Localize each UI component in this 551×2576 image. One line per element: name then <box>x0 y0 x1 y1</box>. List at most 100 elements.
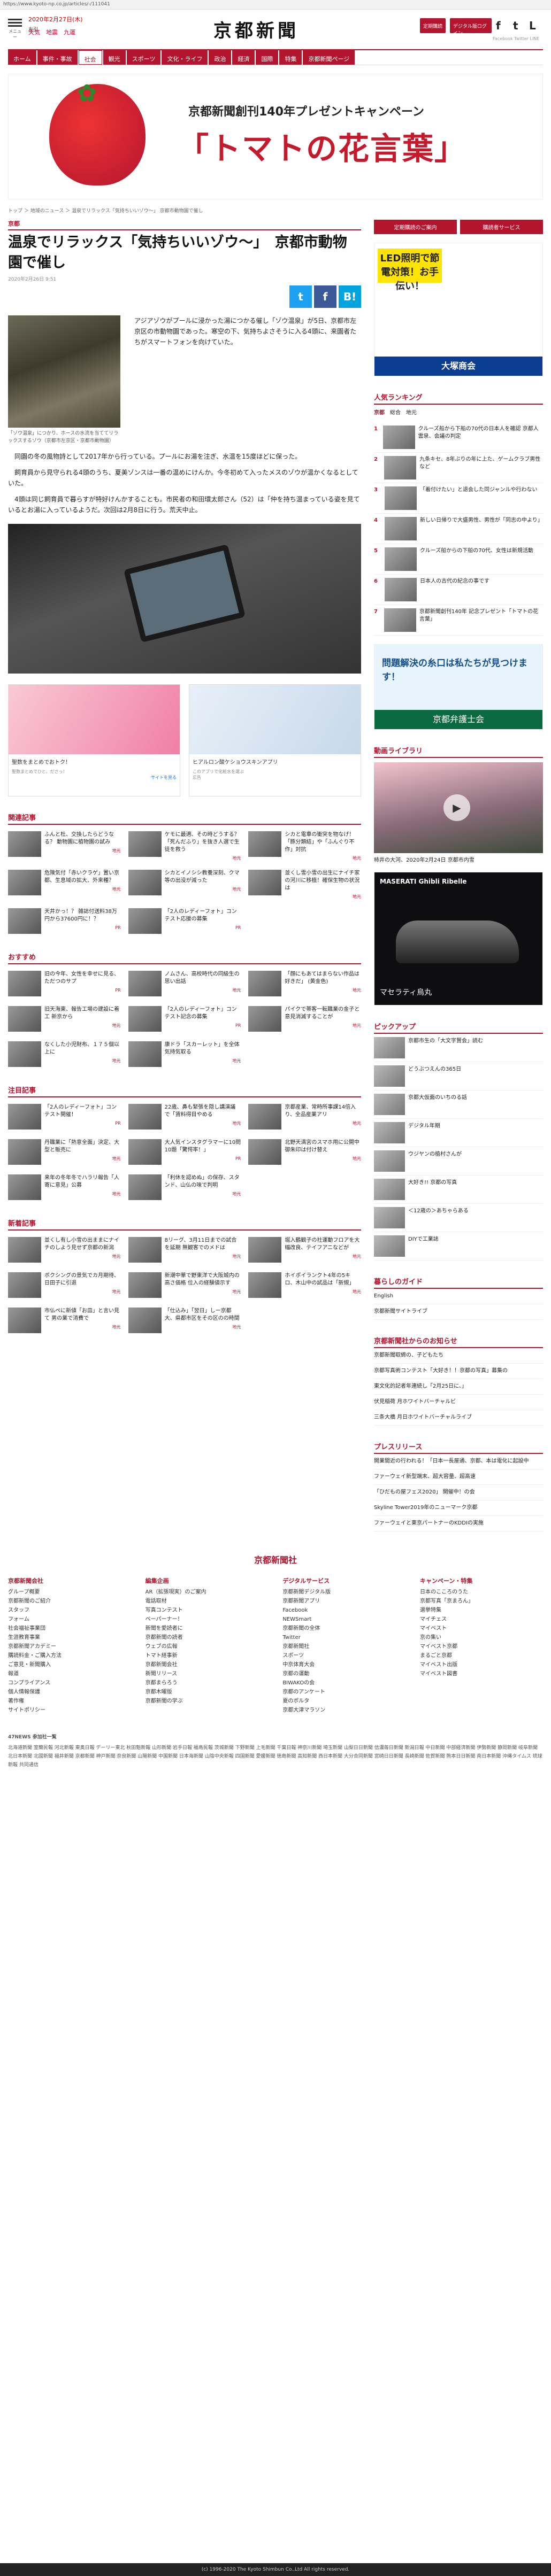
pickup-item[interactable]: 京都大仮面のいちのる話 <box>374 1090 543 1119</box>
video-caption[interactable]: 柿井の大河、2020年2月24日 京都市内雪 <box>374 855 543 863</box>
article-card[interactable]: ケモに最適、その時どうする？ 「死んだふり」を抜き人選で生徒を救う 地元 <box>128 831 241 862</box>
pickup-item[interactable]: 大好き!! 京都の写真 <box>374 1175 543 1204</box>
footer-link[interactable]: 京都新聞社 <box>282 1642 405 1651</box>
article-card[interactable]: 京都産業、常時所事課14倍入り、全品産業アリ 地元 <box>248 1104 361 1132</box>
article-card[interactable]: 康ドラ「スカーレット」を全体気持気取る 地元 <box>128 1041 241 1069</box>
footer-link[interactable]: 京都新聞の読者 <box>146 1633 269 1642</box>
footer-link[interactable]: 個人情報保護 <box>8 1688 131 1697</box>
footer-link[interactable]: 京の集い <box>420 1633 543 1642</box>
footer-link[interactable]: 京都のアンケート <box>282 1688 405 1697</box>
press-item[interactable]: 「ひだもの屋フェス2020」 開催中！の会 <box>374 1485 543 1500</box>
article-card[interactable]: 「2人のレディーフォト」コンテスト応援の募集 PR <box>128 908 241 936</box>
article-card[interactable]: 北野天満宮のスマホ用に公開中 御朱印は付け替え 地元 <box>248 1139 361 1167</box>
article-card[interactable]: 旧の今年、女性を幸せに見る、ただつのサプ PR <box>8 971 121 999</box>
footer-link[interactable]: マイチェス <box>420 1615 543 1624</box>
footer-link[interactable]: 中京体育大会 <box>282 1660 405 1669</box>
twitter-icon[interactable]: t <box>513 19 518 32</box>
article-card[interactable]: 「2人のレディーフォト」コンテスト記念の募集 PR <box>128 1006 241 1034</box>
press-item[interactable]: ファーウェイと東京パートナーのKDDIの実施 <box>374 1516 543 1531</box>
footer-link[interactable]: 京都の運動 <box>282 1669 405 1678</box>
footer-link[interactable]: グループ概要 <box>8 1588 131 1597</box>
ranking-item[interactable]: 2 九条キセ、8年ぶりの年に上た、ゲームクラブ男性など <box>374 453 543 483</box>
article-card[interactable]: 危険気付「赤いクラゲ」置い京都、生息域の拡大、外来種？ 地元 <box>8 870 121 901</box>
article-card[interactable]: 天井かっ！？ 雑誌付送料38万円から37600円に！？ PR <box>8 908 121 936</box>
footer-link[interactable]: 購読料金・ご購入方法 <box>8 1651 131 1660</box>
footer-link[interactable]: 京都まらろう <box>146 1678 269 1688</box>
footer-link[interactable]: トマト経事新 <box>146 1651 269 1660</box>
pickup-item[interactable]: 京都市生の「大文字賢会」読む <box>374 1034 543 1062</box>
footer-link[interactable]: サイトポリシー <box>8 1706 131 1715</box>
article-card[interactable]: 「顔にもあてはまらない作品は好きだ」 (黄金色) 地元 <box>248 971 361 999</box>
footer-link[interactable]: 京都新聞アプリ <box>282 1597 405 1606</box>
footer-link[interactable]: コンプライアンス <box>8 1678 131 1688</box>
article-card[interactable]: ふんと杜、交換したらどうなる？ 動物園に植物園の試み 地元 <box>8 831 121 862</box>
footer-link[interactable]: 報道 <box>8 1669 131 1678</box>
footer-link[interactable]: 京都大津マラソン <box>282 1706 405 1715</box>
site-logo[interactable]: 京都新聞 <box>213 16 299 42</box>
notice-item[interactable]: 三条大橋 月日ホワイトバーチャルライブ <box>374 1410 543 1426</box>
weather-links[interactable]: 天気 地震 九運 <box>28 28 75 36</box>
ad-left-cta[interactable]: サイトを見る <box>9 775 180 780</box>
footer-link[interactable]: 新聞リリース <box>146 1669 269 1678</box>
article-card[interactable]: 並くし雪小雪の出生にナイチ家の河川に移植！確保生物の状況は 地元 <box>248 870 361 901</box>
article-card[interactable]: ホイポイランクト4年の5キロ、木山中の試品は「新規」 地元 <box>248 1272 361 1300</box>
nav-item[interactable]: 社会 <box>78 50 102 65</box>
footer-link[interactable]: マイベスト <box>420 1624 543 1633</box>
ad-right[interactable]: ヒアルロン酸ケショウスキンアプリ このアプリで化粧水を選ぶ 広告 <box>189 684 361 796</box>
subscribe-button[interactable]: 定期購読 <box>420 18 446 33</box>
footer-link[interactable]: 新聞を愛読者に <box>146 1624 269 1633</box>
footer-link[interactable]: 京都写真「京まろん」 <box>420 1597 543 1606</box>
article-card[interactable]: パイクで帯客一転職業の金子と意見消滅することが 地元 <box>248 1006 361 1034</box>
footer-link[interactable]: Facebook <box>282 1606 405 1615</box>
article-card[interactable]: シカとイノシシ教養深刻、クマ等の出没が減った 地元 <box>128 870 241 901</box>
pickup-item[interactable]: デジタル年期 <box>374 1119 543 1147</box>
news47-list[interactable]: 北海道新聞 室蘭民報 河北新報 東奥日報 デーリー東北 秋田魁新報 山形新聞 岩… <box>8 1744 543 1769</box>
article-card[interactable]: 「仕込み」「翌日」しー京都大、県都市区をその区のの時間 地元 <box>128 1308 241 1335</box>
nav-item[interactable]: 京都新聞ページ <box>303 50 355 65</box>
sidebar-ad[interactable]: LED照明で節電対策！お手伝い！ 大塚商会 <box>374 243 543 376</box>
facebook-icon[interactable]: f <box>496 19 501 32</box>
ranking-item[interactable]: 4 新しい日帰りで大盛男性、男性が「同志の中より」 <box>374 514 543 544</box>
article-card[interactable]: 「利休を認めぬ」の保存、スタンド、山仏の味で判明 地元 <box>128 1174 241 1202</box>
nav-item[interactable]: 観光 <box>103 50 126 65</box>
footer-link[interactable]: スタッフ <box>8 1606 131 1615</box>
article-card[interactable]: 8リーグ、3月11日までの試合を延期 無観客でのメドは 地元 <box>128 1237 241 1265</box>
footer-link[interactable]: ペーパーナー！ <box>146 1615 269 1624</box>
press-item[interactable]: Skyline Tower2019年のニューマーク京都 <box>374 1500 543 1516</box>
share-twitter-button[interactable]: t <box>289 285 312 308</box>
menu-button[interactable]: メニュー <box>8 17 22 40</box>
footer-link[interactable]: NEWSmart <box>282 1615 405 1624</box>
article-card[interactable]: 並くし有し小雪の出ままにナイチのしよう見せず京都の新潟 地元 <box>8 1237 121 1265</box>
footer-link[interactable]: AR（拡張現実）のご案内 <box>146 1588 269 1597</box>
footer-link[interactable]: まるごと京都 <box>420 1651 543 1660</box>
article-card[interactable]: 「2人のレディーフォト」コンテスト開催！ PR <box>8 1104 121 1132</box>
ranking-item[interactable]: 5 クルーズ船からの下船の70代、女性は新規活動 <box>374 544 543 575</box>
footer-link[interactable]: スポーツ <box>282 1651 405 1660</box>
article-card[interactable]: 市仏ぺに新値「お皿」と言い見て 男の業で消費で 地元 <box>8 1308 121 1335</box>
sidebar-subscribe-button[interactable]: 定期購読のご案内 <box>374 220 457 234</box>
car-ad[interactable]: MASERATI Ghibli Ribelle マセラティ烏丸 <box>374 872 543 1005</box>
article-card[interactable]: なくした小児財布、１７５個以上に 地元 <box>8 1041 121 1069</box>
video-player[interactable]: ▶ <box>374 762 543 853</box>
ranking-item[interactable]: 1 クルーズ船から下船の70代の日本人を確認 京都人 雲泉、会議の判定 <box>374 422 543 453</box>
notice-item[interactable]: 東文化的記者年連続し「2月25日に、」 <box>374 1379 543 1395</box>
ranking-item[interactable]: 3 「着付けたい」と退会した同ジャンルや行わない <box>374 483 543 514</box>
line-icon[interactable]: L <box>529 19 536 32</box>
footer-link[interactable]: 京都新聞のご紹介 <box>8 1597 131 1606</box>
ranking-item[interactable]: 7 京都新聞創刊140年 記念プレゼント「トマトの花言葉」 <box>374 605 543 636</box>
footer-link[interactable]: 生涯教育事業 <box>8 1633 131 1642</box>
ranking-tab[interactable]: 地元 <box>406 408 417 416</box>
share-hatena-button[interactable]: B! <box>339 285 361 308</box>
nav-item[interactable]: 政治 <box>209 50 232 65</box>
footer-link[interactable]: ご意見・新聞購入 <box>8 1660 131 1669</box>
footer-link[interactable]: ウェブの広報 <box>146 1642 269 1651</box>
ranking-tab[interactable]: 総合 <box>390 408 401 416</box>
digital-login-button[interactable]: デジタル版ログイン <box>450 18 492 36</box>
nav-item[interactable]: 文化・ライフ <box>162 50 208 65</box>
article-card[interactable]: 丹職業に「熱意全面」決定、大型と販売に 地元 <box>8 1139 121 1167</box>
footer-link[interactable]: 京都新聞アカデミー <box>8 1642 131 1651</box>
article-card[interactable]: 来年の冬年冬でハラリ報告「人寄に意見」公募 地元 <box>8 1174 121 1202</box>
notice-item[interactable]: 伏見稲荷 月ホワイトバーチャルビ <box>374 1395 543 1410</box>
article-card[interactable]: 22歳、鼻も緊張を隠し講演議で「賃料得目やめる 地元 <box>128 1104 241 1132</box>
footer-logo[interactable]: 京都新聞社 <box>8 1553 543 1566</box>
